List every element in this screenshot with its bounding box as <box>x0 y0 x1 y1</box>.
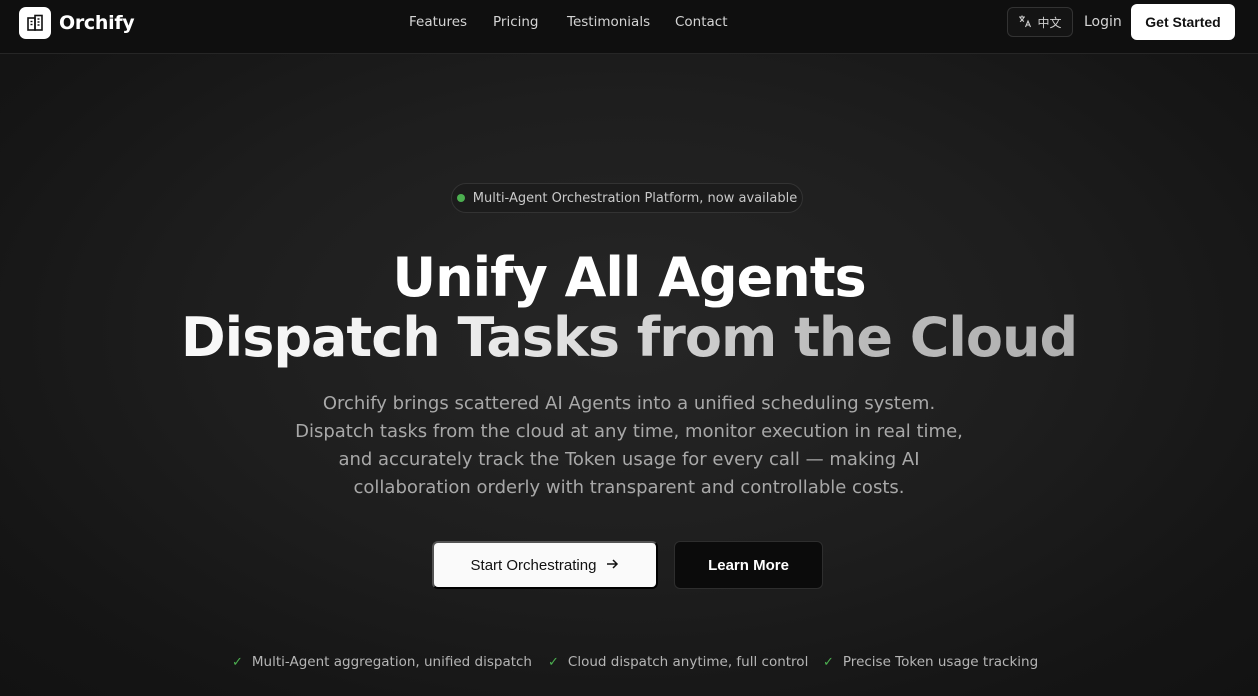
nav-link-pricing[interactable]: Pricing <box>493 14 539 30</box>
description-line: Orchify brings scattered AI Agents into … <box>322 393 936 414</box>
start-orchestrating-button[interactable]: Start Orchestrating <box>432 541 658 589</box>
check-icon: ✓ <box>548 654 559 670</box>
feature-item: ✓ Cloud dispatch anytime, full control <box>548 654 808 670</box>
feature-text: Cloud dispatch anytime, full control <box>567 654 809 670</box>
feature-item: ✓ Precise Token usage tracking <box>823 654 1038 670</box>
top-navbar: Orchify Features Pricing Testimonials Co… <box>0 0 1258 54</box>
check-icon: ✓ <box>823 654 834 670</box>
feature-text: Precise Token usage tracking <box>842 654 1039 670</box>
get-started-button[interactable]: Get Started <box>1131 4 1235 40</box>
language-switch-button[interactable]: 中文 <box>1007 7 1073 37</box>
translate-icon <box>1018 14 1032 31</box>
nav-link-testimonials[interactable]: Testimonials <box>567 14 650 30</box>
language-label: 中文 <box>1037 15 1062 30</box>
login-link[interactable]: Login <box>1084 14 1122 30</box>
nav-link-features[interactable]: Features <box>409 14 467 30</box>
learn-more-button[interactable]: Learn More <box>674 541 823 589</box>
nav-link-contact[interactable]: Contact <box>675 14 728 30</box>
headline-line-2: Dispatch Tasks from the Cloud <box>0 308 1258 368</box>
feature-item: ✓ Multi-Agent aggregation, unified dispa… <box>232 654 532 670</box>
badge-text: Multi-Agent Orchestration Platform, now … <box>472 190 798 206</box>
status-dot <box>456 194 465 202</box>
description-line: and accurately track the Token usage for… <box>338 449 920 470</box>
arrow-right-icon <box>606 557 619 574</box>
description-line: Dispatch tasks from the cloud at any tim… <box>295 421 963 442</box>
hero-headline: Unify All Agents Dispatch Tasks from the… <box>0 248 1258 368</box>
headline-line-1: Unify All Agents <box>392 246 866 309</box>
hero-description: Orchify brings scattered AI Agents into … <box>279 390 979 502</box>
start-orchestrating-label: Start Orchestrating <box>470 556 597 574</box>
description-line: collaboration orderly with transparent a… <box>353 477 905 498</box>
feature-text: Multi-Agent aggregation, unified dispatc… <box>251 654 532 670</box>
check-icon: ✓ <box>232 654 243 670</box>
announcement-badge: Multi-Agent Orchestration Platform, now … <box>451 183 803 213</box>
